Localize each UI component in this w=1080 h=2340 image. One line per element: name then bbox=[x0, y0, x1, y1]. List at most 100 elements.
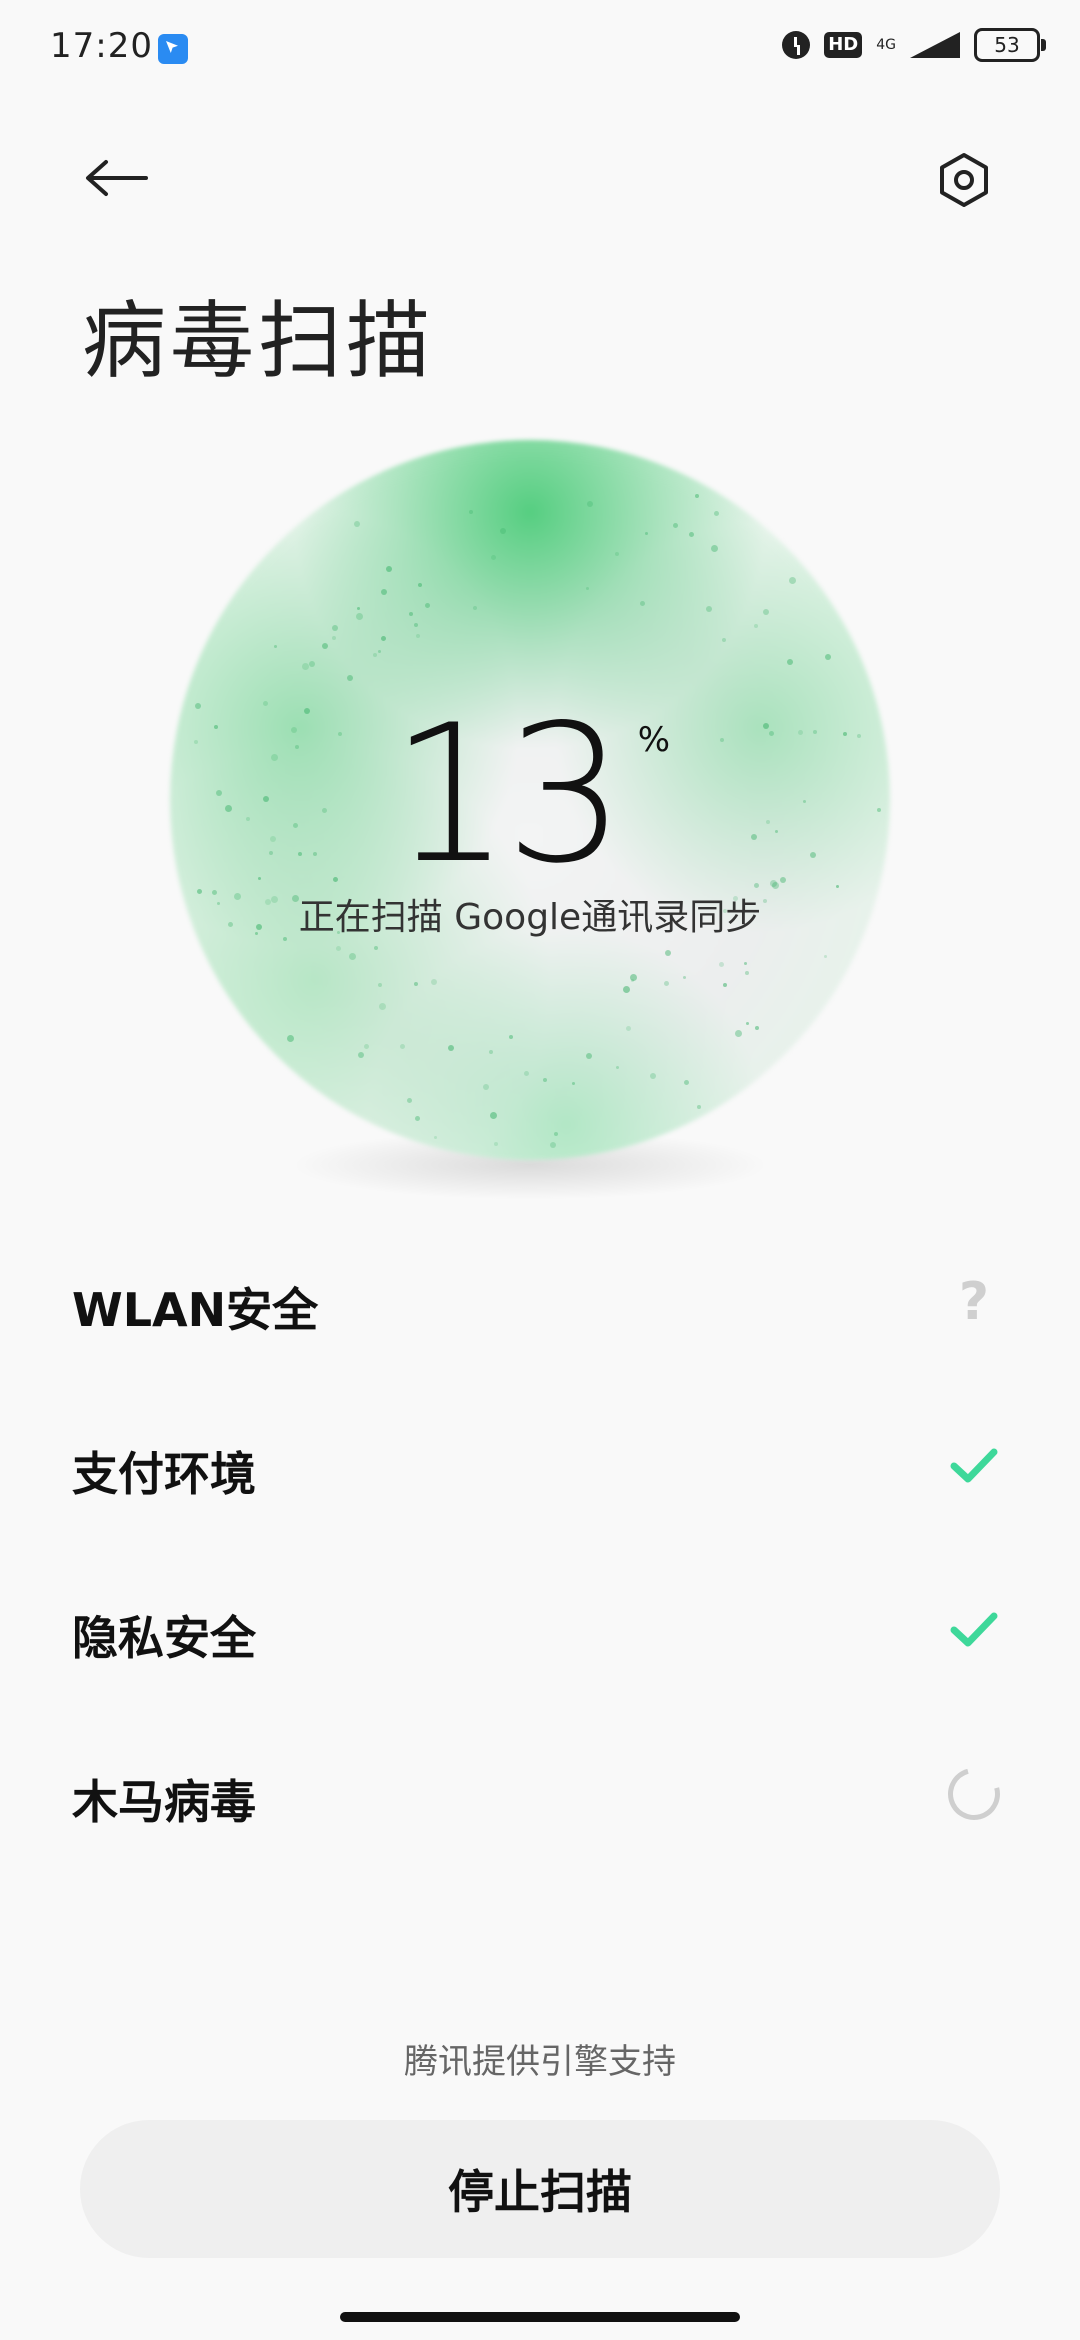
home-indicator[interactable] bbox=[340, 2312, 740, 2322]
check-list: WLAN安全 ? 支付环境 隐私安全 木马病毒 bbox=[0, 1220, 1080, 1876]
status-time: 17:20 bbox=[50, 26, 153, 66]
orb-particle bbox=[616, 1065, 620, 1069]
orb-particle bbox=[488, 1049, 493, 1054]
orb-particle bbox=[553, 1131, 558, 1136]
orb-particle bbox=[286, 1035, 294, 1043]
orb-particle bbox=[571, 1081, 575, 1085]
orb-particle bbox=[473, 606, 477, 610]
orb-particle bbox=[523, 1071, 529, 1077]
signal-icon bbox=[910, 32, 960, 58]
orb-particle bbox=[413, 623, 418, 628]
orb-particle bbox=[706, 606, 713, 613]
orb-particle bbox=[585, 586, 589, 590]
orb-particle bbox=[683, 1079, 689, 1085]
page-title: 病毒扫描 bbox=[82, 292, 435, 390]
orb-particle bbox=[786, 659, 793, 666]
orb-particle bbox=[755, 1025, 760, 1030]
orb-particle bbox=[735, 1030, 743, 1038]
orb-particle bbox=[499, 527, 506, 534]
orb-particle bbox=[622, 985, 630, 993]
orb-particle bbox=[689, 531, 695, 537]
orb-particle bbox=[409, 612, 414, 617]
orb-particle bbox=[714, 510, 720, 516]
progress-unit: % bbox=[637, 720, 671, 760]
orb-particle bbox=[380, 635, 386, 641]
orb-particle bbox=[664, 950, 671, 957]
orb-particle bbox=[823, 954, 827, 958]
orb-particle bbox=[308, 660, 315, 667]
orb-particle bbox=[824, 654, 831, 661]
scan-orb: 13% 正在扫描 Google通讯录同步 bbox=[170, 440, 890, 1200]
orb-particle bbox=[372, 653, 377, 658]
orb-particle bbox=[301, 663, 309, 671]
check-label: WLAN安全 bbox=[72, 1283, 319, 1337]
orb-particle bbox=[469, 510, 473, 515]
stop-scan-button[interactable]: 停止扫描 bbox=[80, 2120, 1000, 2258]
status-bar: 17:20 HD 4G 53 bbox=[0, 0, 1080, 96]
check-item-trojan: 木马病毒 bbox=[0, 1712, 1080, 1876]
orb-particle bbox=[489, 1112, 497, 1120]
orb-particle bbox=[614, 552, 619, 557]
app-notification-icon bbox=[158, 34, 188, 64]
orb-particle bbox=[322, 643, 329, 650]
orb-particle bbox=[415, 1115, 421, 1121]
orb-particle bbox=[683, 976, 687, 980]
alarm-icon bbox=[782, 31, 811, 59]
check-label: 隐私安全 bbox=[72, 1611, 256, 1665]
orb-particle bbox=[789, 576, 797, 584]
orb-particle bbox=[273, 645, 277, 649]
orb-particle bbox=[587, 501, 594, 508]
check-icon bbox=[948, 1604, 1000, 1656]
orb-particle bbox=[417, 582, 422, 587]
battery-icon: 53 bbox=[974, 28, 1046, 62]
orb-particle bbox=[374, 946, 379, 951]
orb-particle bbox=[331, 624, 338, 631]
orb-particle bbox=[491, 555, 497, 561]
progress-value: 13 bbox=[389, 684, 626, 905]
network-type-label: 4G bbox=[876, 37, 896, 53]
orb-particle bbox=[335, 945, 341, 951]
orb-particle bbox=[430, 978, 437, 985]
orb-particle bbox=[406, 1098, 412, 1104]
orb-particle bbox=[629, 973, 637, 981]
arrow-left-icon bbox=[86, 160, 148, 196]
orb-particle bbox=[762, 609, 769, 616]
orb-particle bbox=[509, 1034, 514, 1039]
status-indicators: HD 4G 53 bbox=[782, 28, 1046, 62]
orb-particle bbox=[355, 613, 363, 621]
orb-particle bbox=[364, 1043, 370, 1049]
check-label: 木马病毒 bbox=[72, 1775, 256, 1829]
orb-particle bbox=[664, 980, 670, 986]
orb-particle bbox=[550, 1141, 557, 1148]
orb-particle bbox=[719, 962, 725, 968]
engine-credit-text: 腾讯提供引擎支持 bbox=[404, 2042, 676, 2082]
hd-icon: HD bbox=[824, 32, 863, 58]
orb-particle bbox=[625, 1026, 631, 1032]
scan-status-text: 正在扫描 Google通讯录同步 bbox=[298, 897, 762, 938]
orb-particle bbox=[482, 1083, 489, 1090]
orb-particle bbox=[356, 606, 360, 610]
orb-particle bbox=[433, 1136, 437, 1140]
settings-hexagon-icon bbox=[940, 153, 988, 207]
orb-particle bbox=[353, 520, 360, 527]
question-icon: ? bbox=[958, 1272, 990, 1332]
orb-particle bbox=[385, 566, 392, 573]
orb-particle bbox=[744, 971, 749, 976]
back-button[interactable] bbox=[78, 140, 154, 216]
settings-button[interactable] bbox=[924, 140, 1004, 220]
check-label: 支付环境 bbox=[72, 1447, 256, 1501]
orb-particle bbox=[743, 961, 747, 965]
orb-particle bbox=[673, 523, 679, 529]
scan-progress: 13% bbox=[170, 700, 890, 890]
orb-particle bbox=[378, 650, 382, 654]
orb-particle bbox=[650, 1073, 657, 1080]
check-icon bbox=[948, 1440, 1000, 1492]
orb-particle bbox=[357, 1052, 364, 1059]
orb-particle bbox=[379, 1002, 387, 1010]
orb-particle bbox=[400, 1044, 406, 1050]
orb-particle bbox=[447, 1044, 454, 1051]
orb-particle bbox=[723, 983, 728, 988]
check-item-wlan: WLAN安全 ? bbox=[0, 1220, 1080, 1384]
spinner-icon bbox=[938, 1758, 1010, 1830]
orb-particle bbox=[754, 623, 759, 628]
